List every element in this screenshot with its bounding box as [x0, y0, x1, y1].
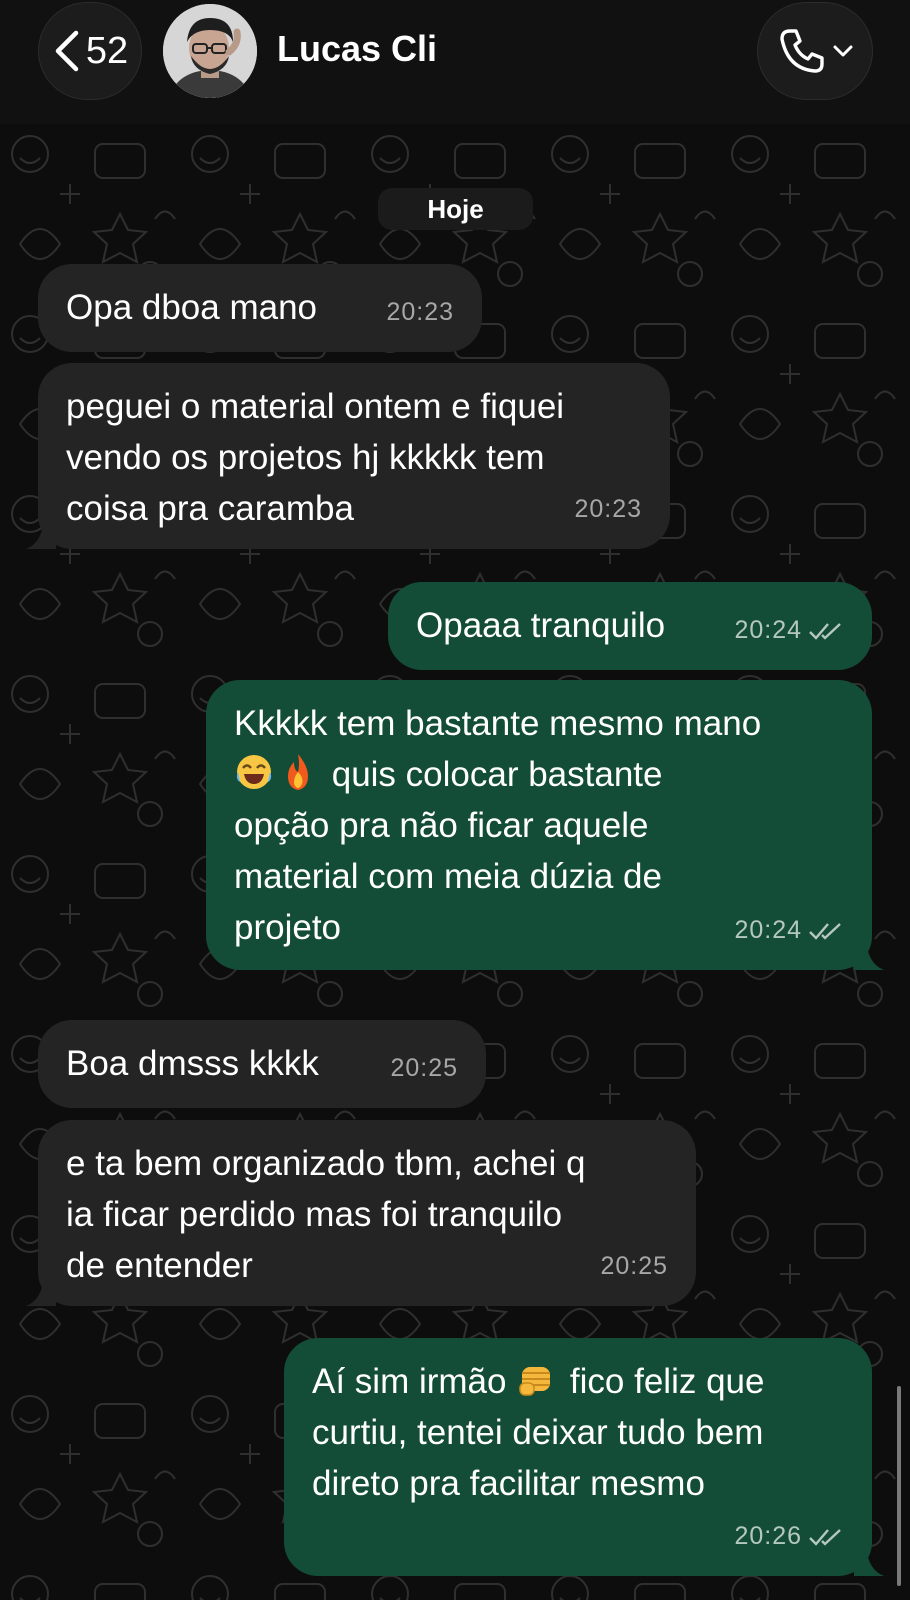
contact-name[interactable]: Lucas Cli [277, 28, 437, 70]
phone-icon [780, 29, 824, 73]
bubble-tail [854, 1546, 884, 1576]
bubble-tail [26, 1276, 56, 1306]
double-check-icon [809, 622, 841, 640]
message-incoming[interactable]: e ta bem organizado tbm, achei q ia fica… [26, 1120, 696, 1306]
message-time: 20:25 [390, 1054, 458, 1082]
unread-count: 52 [85, 29, 129, 72]
chat-area[interactable]: Hoje Opa dboa mano 20:23 peguei o materi… [0, 124, 910, 1600]
message-text: Boa dmsss kkkk [66, 1044, 319, 1083]
message-text: Opa dboa mano [66, 288, 318, 327]
message-incoming[interactable]: Opa dboa mano 20:23 [38, 264, 482, 352]
message-text: Opaaa tranquilo [416, 606, 666, 645]
fist-emoji [516, 1359, 556, 1399]
message-meta: 20:24 [734, 905, 844, 956]
message-text: Kkkkk tem bastante mesmo mano quis coloc… [234, 698, 761, 953]
message-outgoing[interactable]: Aí sim irmão fico feliz que curtiu, tent… [284, 1338, 884, 1576]
back-button[interactable]: 52 [38, 2, 142, 100]
bubble-tail [854, 940, 884, 970]
double-check-icon [809, 922, 841, 940]
message-text-start: Aí sim irmão [312, 1362, 517, 1401]
chevron-down-icon [833, 45, 853, 57]
message-text-line: Kkkkk tem bastante mesmo mano [234, 704, 762, 743]
message-text: Aí sim irmão fico feliz que curtiu, tent… [312, 1356, 764, 1509]
message-time: 20:23 [574, 495, 642, 523]
bubble-tail [26, 519, 56, 549]
date-separator: Hoje [378, 188, 533, 230]
message-time: 20:26 [734, 1522, 802, 1550]
message-time: 20:23 [386, 298, 454, 326]
message-time: 20:24 [734, 616, 802, 644]
message-incoming[interactable]: peguei o material ontem e fiquei vendo o… [26, 363, 670, 549]
avatar[interactable] [163, 4, 257, 98]
fire-emoji [278, 752, 318, 792]
message-time: 20:25 [600, 1252, 668, 1280]
message-outgoing[interactable]: Kkkkk tem bastante mesmo mano quis coloc… [206, 680, 884, 970]
chat-header: 52 Lucas Cli [0, 0, 910, 124]
call-button[interactable] [757, 2, 873, 100]
message-outgoing[interactable]: Opaaa tranquilo 20:24 [388, 582, 872, 670]
message-text: peguei o material ontem e fiquei vendo o… [66, 387, 565, 528]
message-text: e ta bem organizado tbm, achei q ia fica… [66, 1144, 586, 1285]
message-meta: 20:26 [734, 1511, 844, 1562]
double-check-icon [809, 1528, 841, 1546]
message-meta: 20:24 [734, 605, 844, 656]
message-incoming[interactable]: Boa dmsss kkkk 20:25 [38, 1020, 486, 1108]
laughing-emoji [234, 752, 274, 792]
message-time: 20:24 [734, 916, 802, 944]
chevron-left-icon [55, 30, 79, 72]
scrollbar[interactable] [897, 1386, 901, 1586]
